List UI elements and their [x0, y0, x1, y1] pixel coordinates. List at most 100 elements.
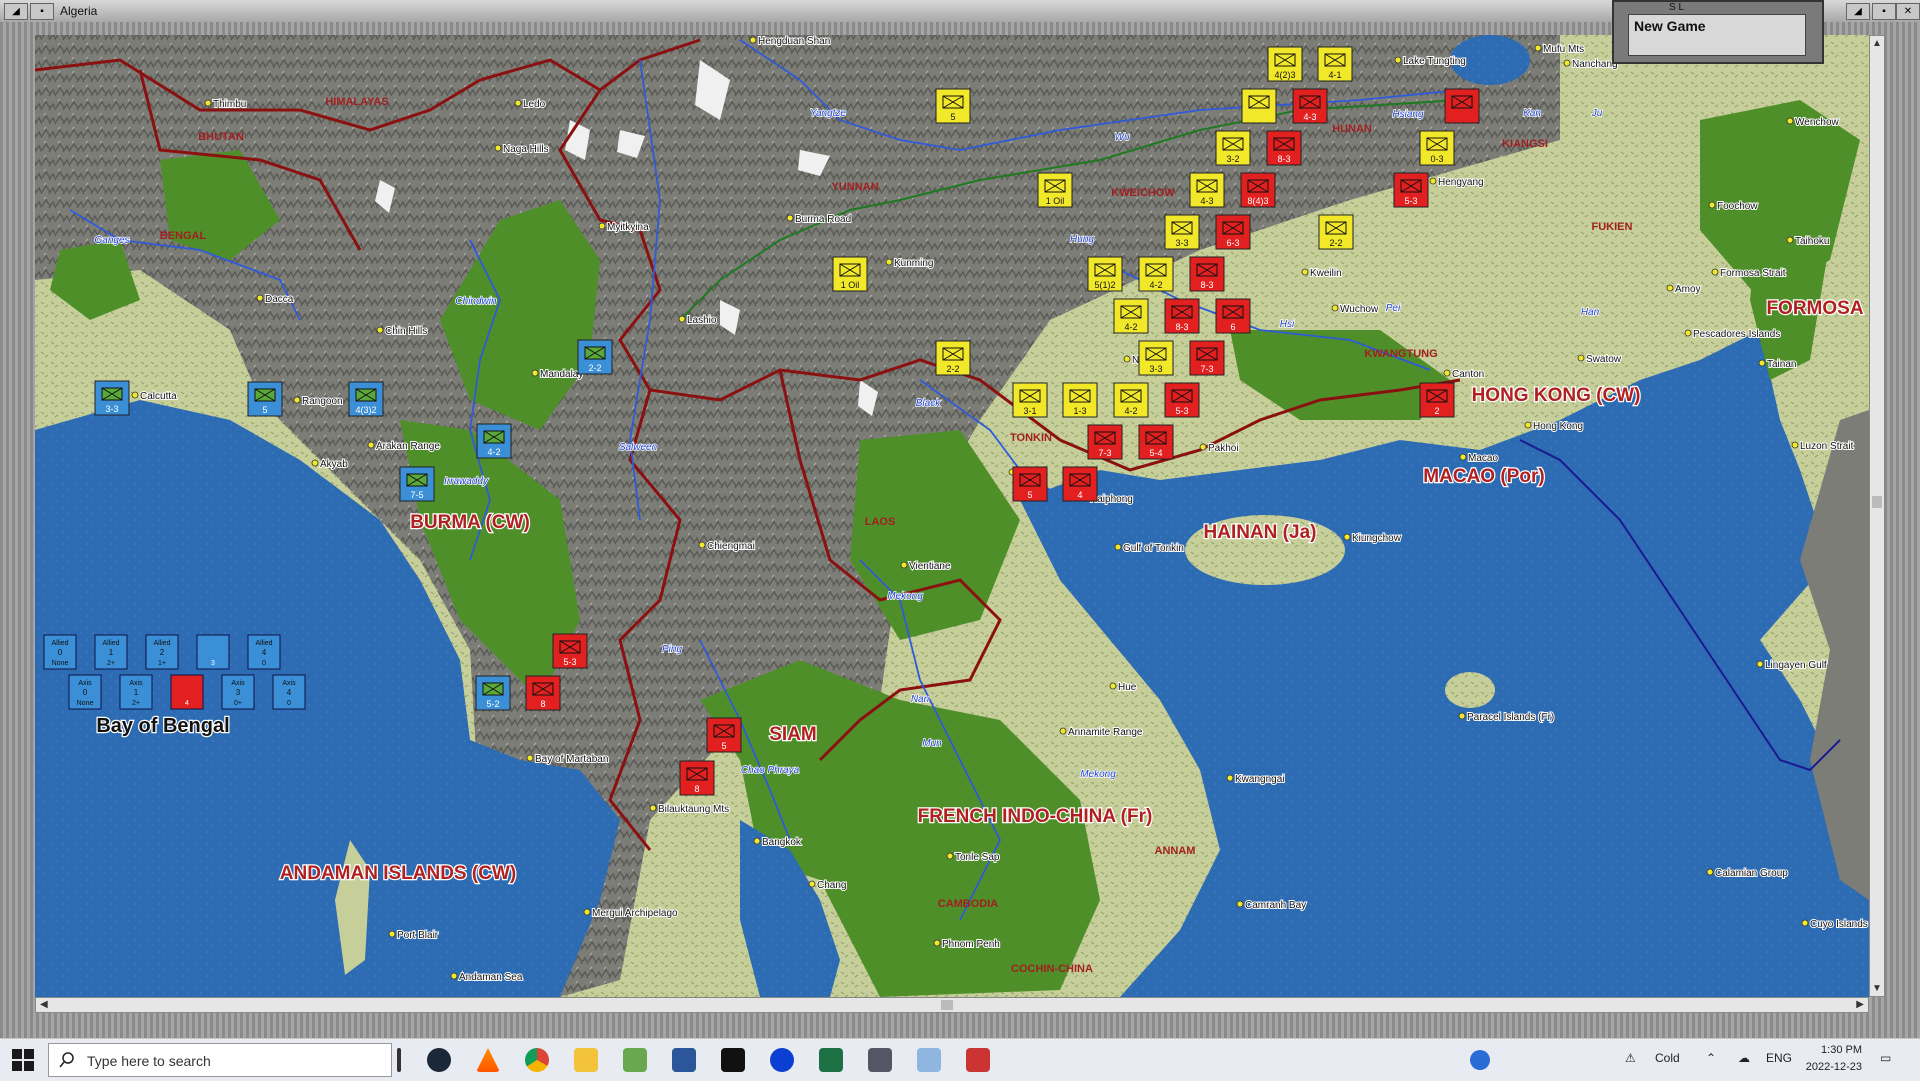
excel-icon[interactable]: [819, 1048, 843, 1072]
allied-unit-counter[interactable]: 5-2: [475, 675, 511, 711]
steam-icon[interactable]: [427, 1048, 451, 1072]
axis-weather-box[interactable]: Axis3 0+: [221, 674, 255, 710]
city-marker-icon[interactable]: [786, 214, 794, 222]
city-marker-icon[interactable]: [514, 99, 522, 107]
china-unit-counter[interactable]: 4(2)3: [1267, 46, 1303, 82]
axis-unit-counter[interactable]: 2: [1419, 382, 1455, 418]
city-marker-icon[interactable]: [1758, 359, 1766, 367]
allied-unit-counter[interactable]: 5: [247, 381, 283, 417]
netflix-icon[interactable]: [721, 1048, 745, 1072]
tray-expand-icon[interactable]: ⌃: [1706, 1051, 1716, 1065]
axis-unit-counter[interactable]: 5-3: [1393, 172, 1429, 208]
weather-text[interactable]: Cold: [1655, 1051, 1680, 1065]
allied-weather-box[interactable]: Allied4 0: [247, 634, 281, 670]
city-marker-icon[interactable]: [1577, 354, 1585, 362]
city-marker-icon[interactable]: [1458, 712, 1466, 720]
city-marker-icon[interactable]: [1114, 543, 1122, 551]
city-marker-icon[interactable]: [598, 222, 606, 230]
word-icon[interactable]: [672, 1048, 696, 1072]
city-marker-icon[interactable]: [1534, 44, 1542, 52]
window-menu-icon[interactable]: ▪: [30, 3, 54, 20]
allied-unit-counter[interactable]: 4(3)2: [348, 381, 384, 417]
axis-unit-counter[interactable]: 8-3: [1164, 298, 1200, 334]
city-marker-icon[interactable]: [933, 939, 941, 947]
notifications-icon[interactable]: ▭: [1880, 1051, 1891, 1065]
city-marker-icon[interactable]: [649, 804, 657, 812]
china-unit-counter[interactable]: 3-3: [1138, 340, 1174, 376]
city-marker-icon[interactable]: [376, 326, 384, 334]
calculator-icon[interactable]: [868, 1048, 892, 1072]
city-marker-icon[interactable]: [1199, 443, 1207, 451]
china-unit-counter[interactable]: 3-2: [1215, 130, 1251, 166]
city-marker-icon[interactable]: [1666, 284, 1674, 292]
city-marker-icon[interactable]: [1708, 201, 1716, 209]
city-marker-icon[interactable]: [946, 852, 954, 860]
map-canvas[interactable]: BURMA (CW) SIAM FRENCH INDO-CHINA (Fr) FORM…: [35, 35, 1869, 997]
language-indicator[interactable]: ENG: [1766, 1051, 1792, 1065]
city-marker-icon[interactable]: [1711, 268, 1719, 276]
city-marker-icon[interactable]: [1236, 900, 1244, 908]
city-marker-icon[interactable]: [1226, 774, 1234, 782]
horizontal-scroll-thumb[interactable]: [941, 1000, 953, 1010]
china-unit-counter[interactable]: 4-3: [1189, 172, 1225, 208]
china-unit-counter[interactable]: 1-3: [1062, 382, 1098, 418]
city-marker-icon[interactable]: [1801, 919, 1809, 927]
city-marker-icon[interactable]: [1331, 304, 1339, 312]
city-marker-icon[interactable]: [1123, 355, 1131, 363]
city-marker-icon[interactable]: [808, 880, 816, 888]
unit-counter-body[interactable]: [1241, 88, 1277, 124]
axis-unit-counter[interactable]: 5: [1012, 466, 1048, 502]
scroll-left-icon[interactable]: ◀: [40, 999, 48, 1010]
china-unit-counter[interactable]: 4-2: [1113, 382, 1149, 418]
scroll-up-icon[interactable]: ▲: [1872, 38, 1882, 49]
city-marker-icon[interactable]: [293, 396, 301, 404]
city-marker-icon[interactable]: [749, 36, 757, 44]
city-marker-icon[interactable]: [1563, 59, 1571, 67]
city-marker-icon[interactable]: [1059, 727, 1067, 735]
china-unit-counter[interactable]: 5: [935, 88, 971, 124]
vlc-icon[interactable]: [476, 1048, 500, 1072]
axis-unit-counter[interactable]: 7-3: [1087, 424, 1123, 460]
city-marker-icon[interactable]: [1706, 868, 1714, 876]
axis-unit-counter[interactable]: 4-3: [1292, 88, 1328, 124]
notepad-icon[interactable]: [623, 1048, 647, 1072]
city-marker-icon[interactable]: [698, 541, 706, 549]
axis-weather-box[interactable]: Axis4 0: [272, 674, 306, 710]
file-explorer-icon[interactable]: [574, 1048, 598, 1072]
city-marker-icon[interactable]: [583, 908, 591, 916]
network-icon[interactable]: ☁: [1738, 1051, 1750, 1065]
city-marker-icon[interactable]: [531, 369, 539, 377]
city-marker-icon[interactable]: [494, 144, 502, 152]
help-icon[interactable]: [1470, 1050, 1490, 1070]
unit-counter-body[interactable]: [1444, 88, 1480, 124]
axis-unit-counter[interactable]: 8-3: [1189, 256, 1225, 292]
allied-weather-box[interactable]: 3: [196, 634, 230, 670]
city-marker-icon[interactable]: [311, 459, 319, 467]
city-marker-icon[interactable]: [1429, 177, 1437, 185]
china-unit-counter[interactable]: 3-1: [1012, 382, 1048, 418]
axis-unit-counter[interactable]: 5-3: [1164, 382, 1200, 418]
allied-unit-counter[interactable]: 4-2: [476, 423, 512, 459]
task-view-icon[interactable]: [397, 1048, 401, 1072]
horizontal-scrollbar[interactable]: ◀ ▶: [35, 997, 1869, 1013]
axis-unit-counter[interactable]: 5-4: [1138, 424, 1174, 460]
city-marker-icon[interactable]: [900, 561, 908, 569]
axis-unit-counter[interactable]: 8: [679, 760, 715, 796]
new-game-label[interactable]: New Game: [1634, 18, 1706, 34]
china-unit-counter[interactable]: 4-1: [1317, 46, 1353, 82]
china-unit-counter[interactable]: 5(1)2: [1087, 256, 1123, 292]
city-marker-icon[interactable]: [678, 315, 686, 323]
clock[interactable]: 1:30 PM 2022-12-23: [1806, 1042, 1862, 1076]
axis-unit-counter[interactable]: [1444, 88, 1480, 124]
city-marker-icon[interactable]: [1684, 329, 1692, 337]
windows-start-icon[interactable]: [10, 1047, 36, 1073]
china-unit-counter[interactable]: 4-2: [1138, 256, 1174, 292]
china-unit-counter[interactable]: [1241, 88, 1277, 124]
city-marker-icon[interactable]: [885, 258, 893, 266]
scroll-down-icon[interactable]: ▼: [1872, 983, 1882, 994]
city-marker-icon[interactable]: [1786, 236, 1794, 244]
weather-icon[interactable]: ⚠: [1625, 1051, 1636, 1065]
china-unit-counter[interactable]: 3-3: [1164, 214, 1200, 250]
system-menu-icon[interactable]: ◢: [4, 3, 28, 20]
city-marker-icon[interactable]: [1786, 117, 1794, 125]
